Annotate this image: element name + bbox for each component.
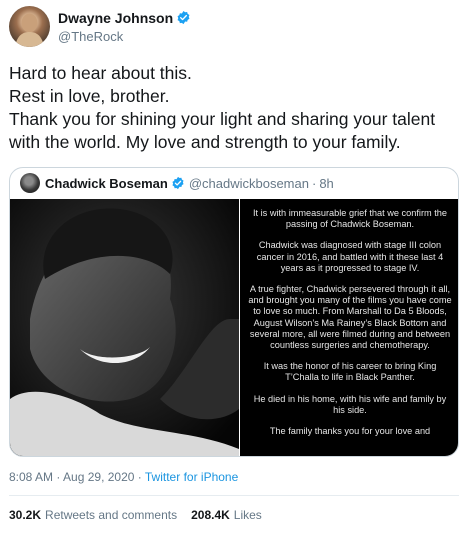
tweet-header: Dwayne Johnson @TheRock bbox=[9, 6, 191, 47]
tweet-text: Hard to hear about this. Rest in love, b… bbox=[9, 62, 459, 154]
retweets-label: Retweets and comments bbox=[45, 508, 178, 522]
tweet-stats: 30.2K Retweets and comments 208.4K Likes bbox=[9, 508, 262, 522]
author-name[interactable]: Dwayne Johnson bbox=[58, 10, 173, 26]
statement-paragraph: A true fighter, Chadwick persevered thro… bbox=[248, 284, 452, 351]
quoted-author-handle[interactable]: @chadwickboseman bbox=[189, 176, 309, 191]
likes-label: Likes bbox=[233, 508, 262, 522]
tweet-timestamp[interactable]: 8:08 AM · Aug 29, 2020 bbox=[9, 470, 134, 484]
tweet-text-line: Hard to hear about this. bbox=[9, 63, 192, 83]
quoted-timestamp[interactable]: 8h bbox=[319, 176, 333, 191]
verified-badge-icon bbox=[177, 10, 190, 25]
meta-separator: · bbox=[134, 470, 145, 484]
tweet-source-link[interactable]: Twitter for iPhone bbox=[145, 470, 238, 484]
statement-paragraph: It was the honor of his career to bring … bbox=[263, 361, 437, 383]
tweet-card: Dwayne Johnson @TheRock Hard to hear abo… bbox=[0, 0, 467, 534]
tweet-text-line: with the world. My love and strength to … bbox=[9, 132, 401, 152]
quoted-tweet-header: Chadwick Boseman @chadwickboseman · 8h bbox=[20, 173, 334, 193]
author-avatar[interactable] bbox=[9, 6, 50, 47]
likes-count: 208.4K bbox=[191, 508, 230, 522]
quoted-author-name[interactable]: Chadwick Boseman bbox=[45, 176, 168, 191]
statement-paragraph: The family thanks you for your love and bbox=[269, 426, 431, 437]
quoted-author-avatar[interactable] bbox=[20, 173, 40, 193]
statement-paragraph: It is with immeasurable grief that we co… bbox=[252, 208, 448, 230]
likes-stat[interactable]: 208.4K Likes bbox=[191, 508, 262, 522]
tweet-text-line: Rest in love, brother. bbox=[9, 86, 170, 106]
statement-paragraph: He died in his home, with his wife and f… bbox=[253, 393, 447, 415]
separator-dot: · bbox=[311, 175, 317, 191]
retweets-stat[interactable]: 30.2K Retweets and comments bbox=[9, 508, 177, 522]
statement-paragraph: Chadwick was diagnosed with stage III co… bbox=[256, 240, 444, 273]
quoted-statement-image[interactable]: It is with immeasurable grief that we co… bbox=[240, 199, 458, 456]
tweet-meta: 8:08 AM · Aug 29, 2020 · Twitter for iPh… bbox=[9, 470, 238, 484]
verified-badge-icon bbox=[172, 176, 184, 190]
retweets-count: 30.2K bbox=[9, 508, 42, 522]
quoted-tweet[interactable]: Chadwick Boseman @chadwickboseman · 8h I… bbox=[9, 167, 459, 457]
tweet-text-line: Thank you for shining your light and sha… bbox=[9, 109, 436, 129]
quoted-photo[interactable] bbox=[10, 199, 239, 456]
author-handle[interactable]: @TheRock bbox=[58, 29, 191, 44]
divider bbox=[9, 495, 459, 496]
